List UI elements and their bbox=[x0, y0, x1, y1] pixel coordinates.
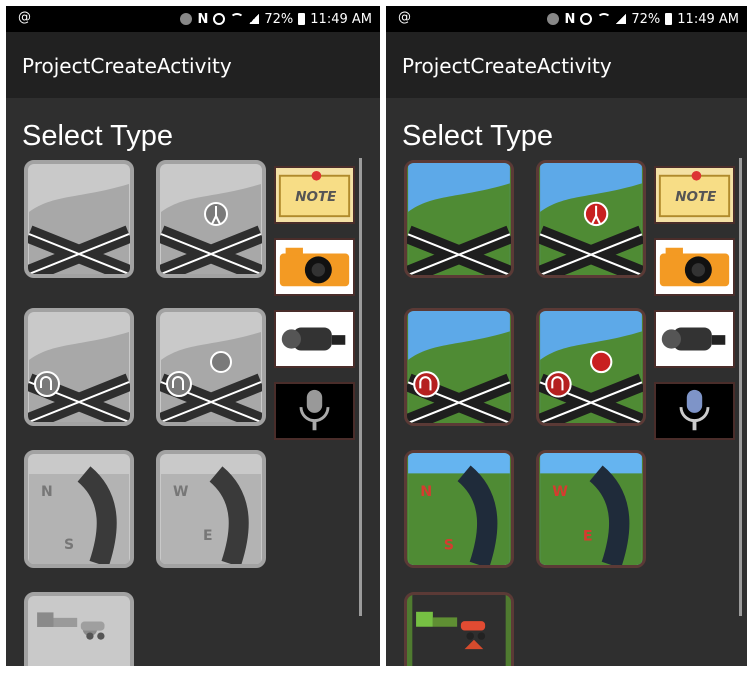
uturn-intersection-icon bbox=[28, 332, 130, 422]
status-bar: @ N 72% 11:49 AM bbox=[386, 6, 747, 32]
bluetooth-icon bbox=[180, 13, 193, 25]
page-title: Select Type bbox=[402, 120, 554, 152]
clock: 11:49 AM bbox=[310, 11, 372, 27]
microphone-icon bbox=[679, 389, 710, 431]
note-button[interactable]: NOTE bbox=[274, 166, 355, 224]
pedestrian-intersection-icon bbox=[539, 163, 643, 275]
curve-ns-icon: N S bbox=[29, 466, 129, 564]
notification-icon: @ bbox=[18, 10, 31, 25]
curve-ns-icon: N S bbox=[408, 453, 510, 565]
right-screen: @ N 72% 11:49 AM ProjectCreateActivity S… bbox=[386, 6, 747, 666]
clock: 11:49 AM bbox=[677, 11, 739, 27]
video-button[interactable] bbox=[654, 310, 735, 368]
west-label: W bbox=[552, 484, 568, 500]
curve-we-icon: W E bbox=[540, 453, 642, 565]
video-button[interactable] bbox=[274, 310, 355, 368]
app-bar: ProjectCreateActivity bbox=[386, 32, 747, 98]
intersection-icon bbox=[407, 163, 511, 275]
wifi-icon bbox=[597, 13, 612, 25]
app-bar: ProjectCreateActivity bbox=[6, 32, 380, 98]
app-title: ProjectCreateActivity bbox=[402, 54, 612, 78]
tile-intersection-pedestrian[interactable] bbox=[156, 160, 266, 278]
south-label: S bbox=[64, 537, 74, 553]
tile-intersection-pedestrian[interactable] bbox=[536, 160, 646, 278]
south-label: S bbox=[444, 538, 454, 554]
scrollbar[interactable] bbox=[359, 158, 362, 616]
alarm-icon bbox=[213, 13, 226, 25]
vehicles-icon bbox=[37, 612, 105, 640]
audio-button[interactable] bbox=[274, 382, 355, 440]
wifi-icon bbox=[230, 13, 245, 25]
signal-icon bbox=[616, 14, 627, 24]
tile-curve-west-east[interactable]: W E bbox=[156, 450, 266, 568]
tile-intersection-uturn[interactable] bbox=[404, 308, 514, 426]
audio-button[interactable] bbox=[654, 382, 735, 440]
tile-intersection-uturn-pedestrian[interactable] bbox=[536, 308, 646, 426]
page-title: Select Type bbox=[22, 120, 174, 152]
battery-percent: 72% bbox=[631, 11, 661, 27]
intersection-icon bbox=[28, 184, 130, 274]
tile-vehicles[interactable] bbox=[404, 592, 514, 666]
uturn-pedestrian-intersection-icon bbox=[160, 332, 262, 422]
east-label: E bbox=[203, 528, 213, 544]
north-label: N bbox=[420, 484, 432, 500]
nfc-icon: N bbox=[197, 11, 209, 27]
battery-icon bbox=[298, 13, 306, 25]
alarm-icon bbox=[580, 13, 593, 25]
video-camera-icon bbox=[661, 327, 726, 351]
status-icons: N 72% 11:49 AM bbox=[180, 6, 372, 32]
battery-icon bbox=[665, 13, 673, 25]
east-label: E bbox=[583, 529, 593, 545]
note-icon: NOTE bbox=[278, 170, 351, 218]
note-text: NOTE bbox=[295, 189, 337, 205]
note-text: NOTE bbox=[675, 189, 717, 205]
tile-intersection-uturn-pedestrian[interactable] bbox=[156, 308, 266, 426]
notification-icon: @ bbox=[398, 10, 411, 25]
tile-intersection-uturn[interactable] bbox=[24, 308, 134, 426]
tile-intersection[interactable] bbox=[404, 160, 514, 278]
uturn-pedestrian-intersection-icon bbox=[539, 311, 643, 423]
tile-curve-north-south[interactable]: N S bbox=[404, 450, 514, 568]
status-icons: N 72% 11:49 AM bbox=[547, 6, 739, 32]
signal-icon bbox=[249, 14, 260, 24]
camera-icon bbox=[659, 247, 730, 287]
camera-button[interactable] bbox=[654, 238, 735, 296]
microphone-icon bbox=[299, 389, 330, 431]
video-camera-icon bbox=[281, 327, 346, 351]
scrollbar[interactable] bbox=[739, 158, 742, 616]
battery-percent: 72% bbox=[264, 11, 294, 27]
camera-button[interactable] bbox=[274, 238, 355, 296]
note-icon: NOTE bbox=[658, 170, 731, 218]
tile-curve-west-east[interactable]: W E bbox=[536, 450, 646, 568]
left-screen: @ N 72% 11:49 AM ProjectCreateActivity S… bbox=[6, 6, 380, 666]
uturn-intersection-icon bbox=[407, 311, 511, 423]
tile-curve-north-south[interactable]: N S bbox=[24, 450, 134, 568]
pedestrian-intersection-icon bbox=[160, 184, 262, 274]
west-label: W bbox=[173, 484, 188, 500]
tile-intersection[interactable] bbox=[24, 160, 134, 278]
nfc-icon: N bbox=[564, 11, 576, 27]
bluetooth-icon bbox=[547, 13, 560, 25]
vehicles-icon bbox=[412, 595, 506, 666]
status-bar: @ N 72% 11:49 AM bbox=[6, 6, 380, 32]
camera-icon bbox=[279, 247, 350, 287]
curve-we-icon: W E bbox=[161, 466, 261, 564]
north-label: N bbox=[41, 484, 53, 500]
app-title: ProjectCreateActivity bbox=[22, 54, 232, 78]
note-button[interactable]: NOTE bbox=[654, 166, 735, 224]
tile-vehicles[interactable] bbox=[24, 592, 134, 666]
